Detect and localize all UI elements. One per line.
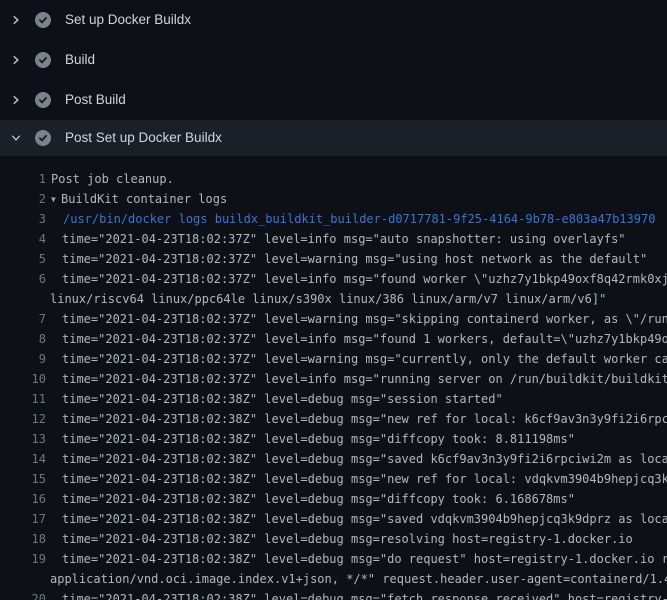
log-line: 8time="2021-04-23T18:02:37Z" level=info …: [0, 329, 667, 349]
check-circle-icon: [35, 130, 51, 146]
step-row-build[interactable]: Build: [0, 40, 667, 80]
chevron-right-icon: [10, 54, 22, 66]
line-number-link[interactable]: 8: [0, 329, 46, 349]
line-number-link[interactable]: 9: [0, 349, 46, 369]
step-title: Build: [65, 52, 95, 68]
log-line: 7time="2021-04-23T18:02:37Z" level=warni…: [0, 309, 667, 329]
line-number-link[interactable]: 5: [0, 249, 46, 269]
line-number-link: [0, 569, 46, 589]
log-text: time="2021-04-23T18:02:38Z" level=debug …: [46, 529, 633, 549]
log-line: 12time="2021-04-23T18:02:38Z" level=debu…: [0, 409, 667, 429]
line-number-link[interactable]: 14: [0, 449, 46, 469]
log-text: time="2021-04-23T18:02:38Z" level=debug …: [46, 389, 503, 409]
log-text: time="2021-04-23T18:02:38Z" level=debug …: [46, 589, 667, 600]
line-number-link[interactable]: 7: [0, 309, 46, 329]
check-circle-icon: [35, 52, 51, 68]
log-text: time="2021-04-23T18:02:38Z" level=debug …: [46, 549, 667, 569]
log-area: 1Post job cleanup.2▼BuildKit container l…: [0, 156, 667, 600]
log-line: 14time="2021-04-23T18:02:38Z" level=debu…: [0, 449, 667, 469]
line-number-link[interactable]: 10: [0, 369, 46, 389]
log-text: Post job cleanup.: [46, 169, 174, 189]
command-text: /usr/bin/docker logs buildx_buildkit_bui…: [46, 209, 655, 229]
check-circle-icon: [35, 92, 51, 108]
log-line: linux/riscv64 linux/ppc64le linux/s390x …: [0, 289, 667, 309]
log-group-header[interactable]: ▼BuildKit container logs: [46, 189, 227, 209]
log-text: time="2021-04-23T18:02:38Z" level=debug …: [46, 509, 667, 529]
check-circle-icon: [35, 12, 51, 28]
log-text: time="2021-04-23T18:02:38Z" level=debug …: [46, 409, 667, 429]
log-line: 2▼BuildKit container logs: [0, 189, 667, 209]
log-text: linux/riscv64 linux/ppc64le linux/s390x …: [46, 289, 606, 309]
log-line: 10time="2021-04-23T18:02:37Z" level=info…: [0, 369, 667, 389]
log-text: time="2021-04-23T18:02:38Z" level=debug …: [46, 449, 667, 469]
log-line: 3/usr/bin/docker logs buildx_buildkit_bu…: [0, 209, 667, 229]
log-line: 13time="2021-04-23T18:02:38Z" level=debu…: [0, 429, 667, 449]
line-number-link[interactable]: 15: [0, 469, 46, 489]
line-number-link[interactable]: 12: [0, 409, 46, 429]
line-number-link[interactable]: 6: [0, 269, 46, 289]
log-text: time="2021-04-23T18:02:37Z" level=warnin…: [46, 349, 667, 369]
step-list: Set up Docker Buildx Build Post Build Post …: [0, 0, 667, 156]
log-text: time="2021-04-23T18:02:37Z" level=info m…: [46, 269, 667, 289]
workflow-log-viewer: Set up Docker Buildx Build Post Build Post …: [0, 0, 667, 600]
log-group-title: BuildKit container logs: [61, 192, 227, 206]
log-text: time="2021-04-23T18:02:37Z" level=warnin…: [46, 249, 647, 269]
step-row-post-set-up-docker-buildx[interactable]: Post Set up Docker Buildx: [0, 120, 667, 156]
log-line: 1Post job cleanup.: [0, 169, 667, 189]
line-number-link[interactable]: 11: [0, 389, 46, 409]
line-number-link[interactable]: 3: [0, 209, 46, 229]
line-number-link: [0, 289, 46, 309]
log-line: application/vnd.oci.image.index.v1+json,…: [0, 569, 667, 589]
line-number-link[interactable]: 17: [0, 509, 46, 529]
step-title: Set up Docker Buildx: [65, 12, 191, 28]
step-title: Post Set up Docker Buildx: [65, 130, 222, 146]
log-text: time="2021-04-23T18:02:37Z" level=info m…: [46, 369, 667, 389]
log-text: time="2021-04-23T18:02:38Z" level=debug …: [46, 469, 667, 489]
line-number-link[interactable]: 13: [0, 429, 46, 449]
log-text: time="2021-04-23T18:02:37Z" level=warnin…: [46, 309, 667, 329]
line-number-link[interactable]: 18: [0, 529, 46, 549]
log-text: application/vnd.oci.image.index.v1+json,…: [46, 569, 667, 589]
line-number-link[interactable]: 20: [0, 589, 46, 600]
step-title: Post Build: [65, 92, 126, 108]
log-line: 19time="2021-04-23T18:02:38Z" level=debu…: [0, 549, 667, 569]
log-line: 17time="2021-04-23T18:02:38Z" level=debu…: [0, 509, 667, 529]
log-line: 15time="2021-04-23T18:02:38Z" level=debu…: [0, 469, 667, 489]
line-number-link[interactable]: 1: [0, 169, 46, 189]
chevron-down-icon: [10, 132, 22, 144]
log-text: time="2021-04-23T18:02:37Z" level=info m…: [46, 329, 667, 349]
log-line: 4time="2021-04-23T18:02:37Z" level=info …: [0, 229, 667, 249]
chevron-right-icon: [10, 94, 22, 106]
log-line: 9time="2021-04-23T18:02:37Z" level=warni…: [0, 349, 667, 369]
log-line: 5time="2021-04-23T18:02:37Z" level=warni…: [0, 249, 667, 269]
line-number-link[interactable]: 19: [0, 549, 46, 569]
step-row-set-up-docker-buildx[interactable]: Set up Docker Buildx: [0, 0, 667, 40]
line-number-link[interactable]: 4: [0, 229, 46, 249]
log-line: 6time="2021-04-23T18:02:37Z" level=info …: [0, 269, 667, 289]
log-line: 20time="2021-04-23T18:02:38Z" level=debu…: [0, 589, 667, 600]
log-text: time="2021-04-23T18:02:38Z" level=debug …: [46, 489, 575, 509]
line-number-link[interactable]: 16: [0, 489, 46, 509]
group-collapse-triangle-icon[interactable]: ▼: [51, 190, 61, 209]
log-text: time="2021-04-23T18:02:38Z" level=debug …: [46, 429, 575, 449]
step-row-post-build[interactable]: Post Build: [0, 80, 667, 120]
chevron-right-icon: [10, 14, 22, 26]
log-line: 11time="2021-04-23T18:02:38Z" level=debu…: [0, 389, 667, 409]
line-number-link[interactable]: 2: [0, 189, 46, 209]
log-line: 18time="2021-04-23T18:02:38Z" level=debu…: [0, 529, 667, 549]
log-text: time="2021-04-23T18:02:37Z" level=info m…: [46, 229, 626, 249]
log-line: 16time="2021-04-23T18:02:38Z" level=debu…: [0, 489, 667, 509]
